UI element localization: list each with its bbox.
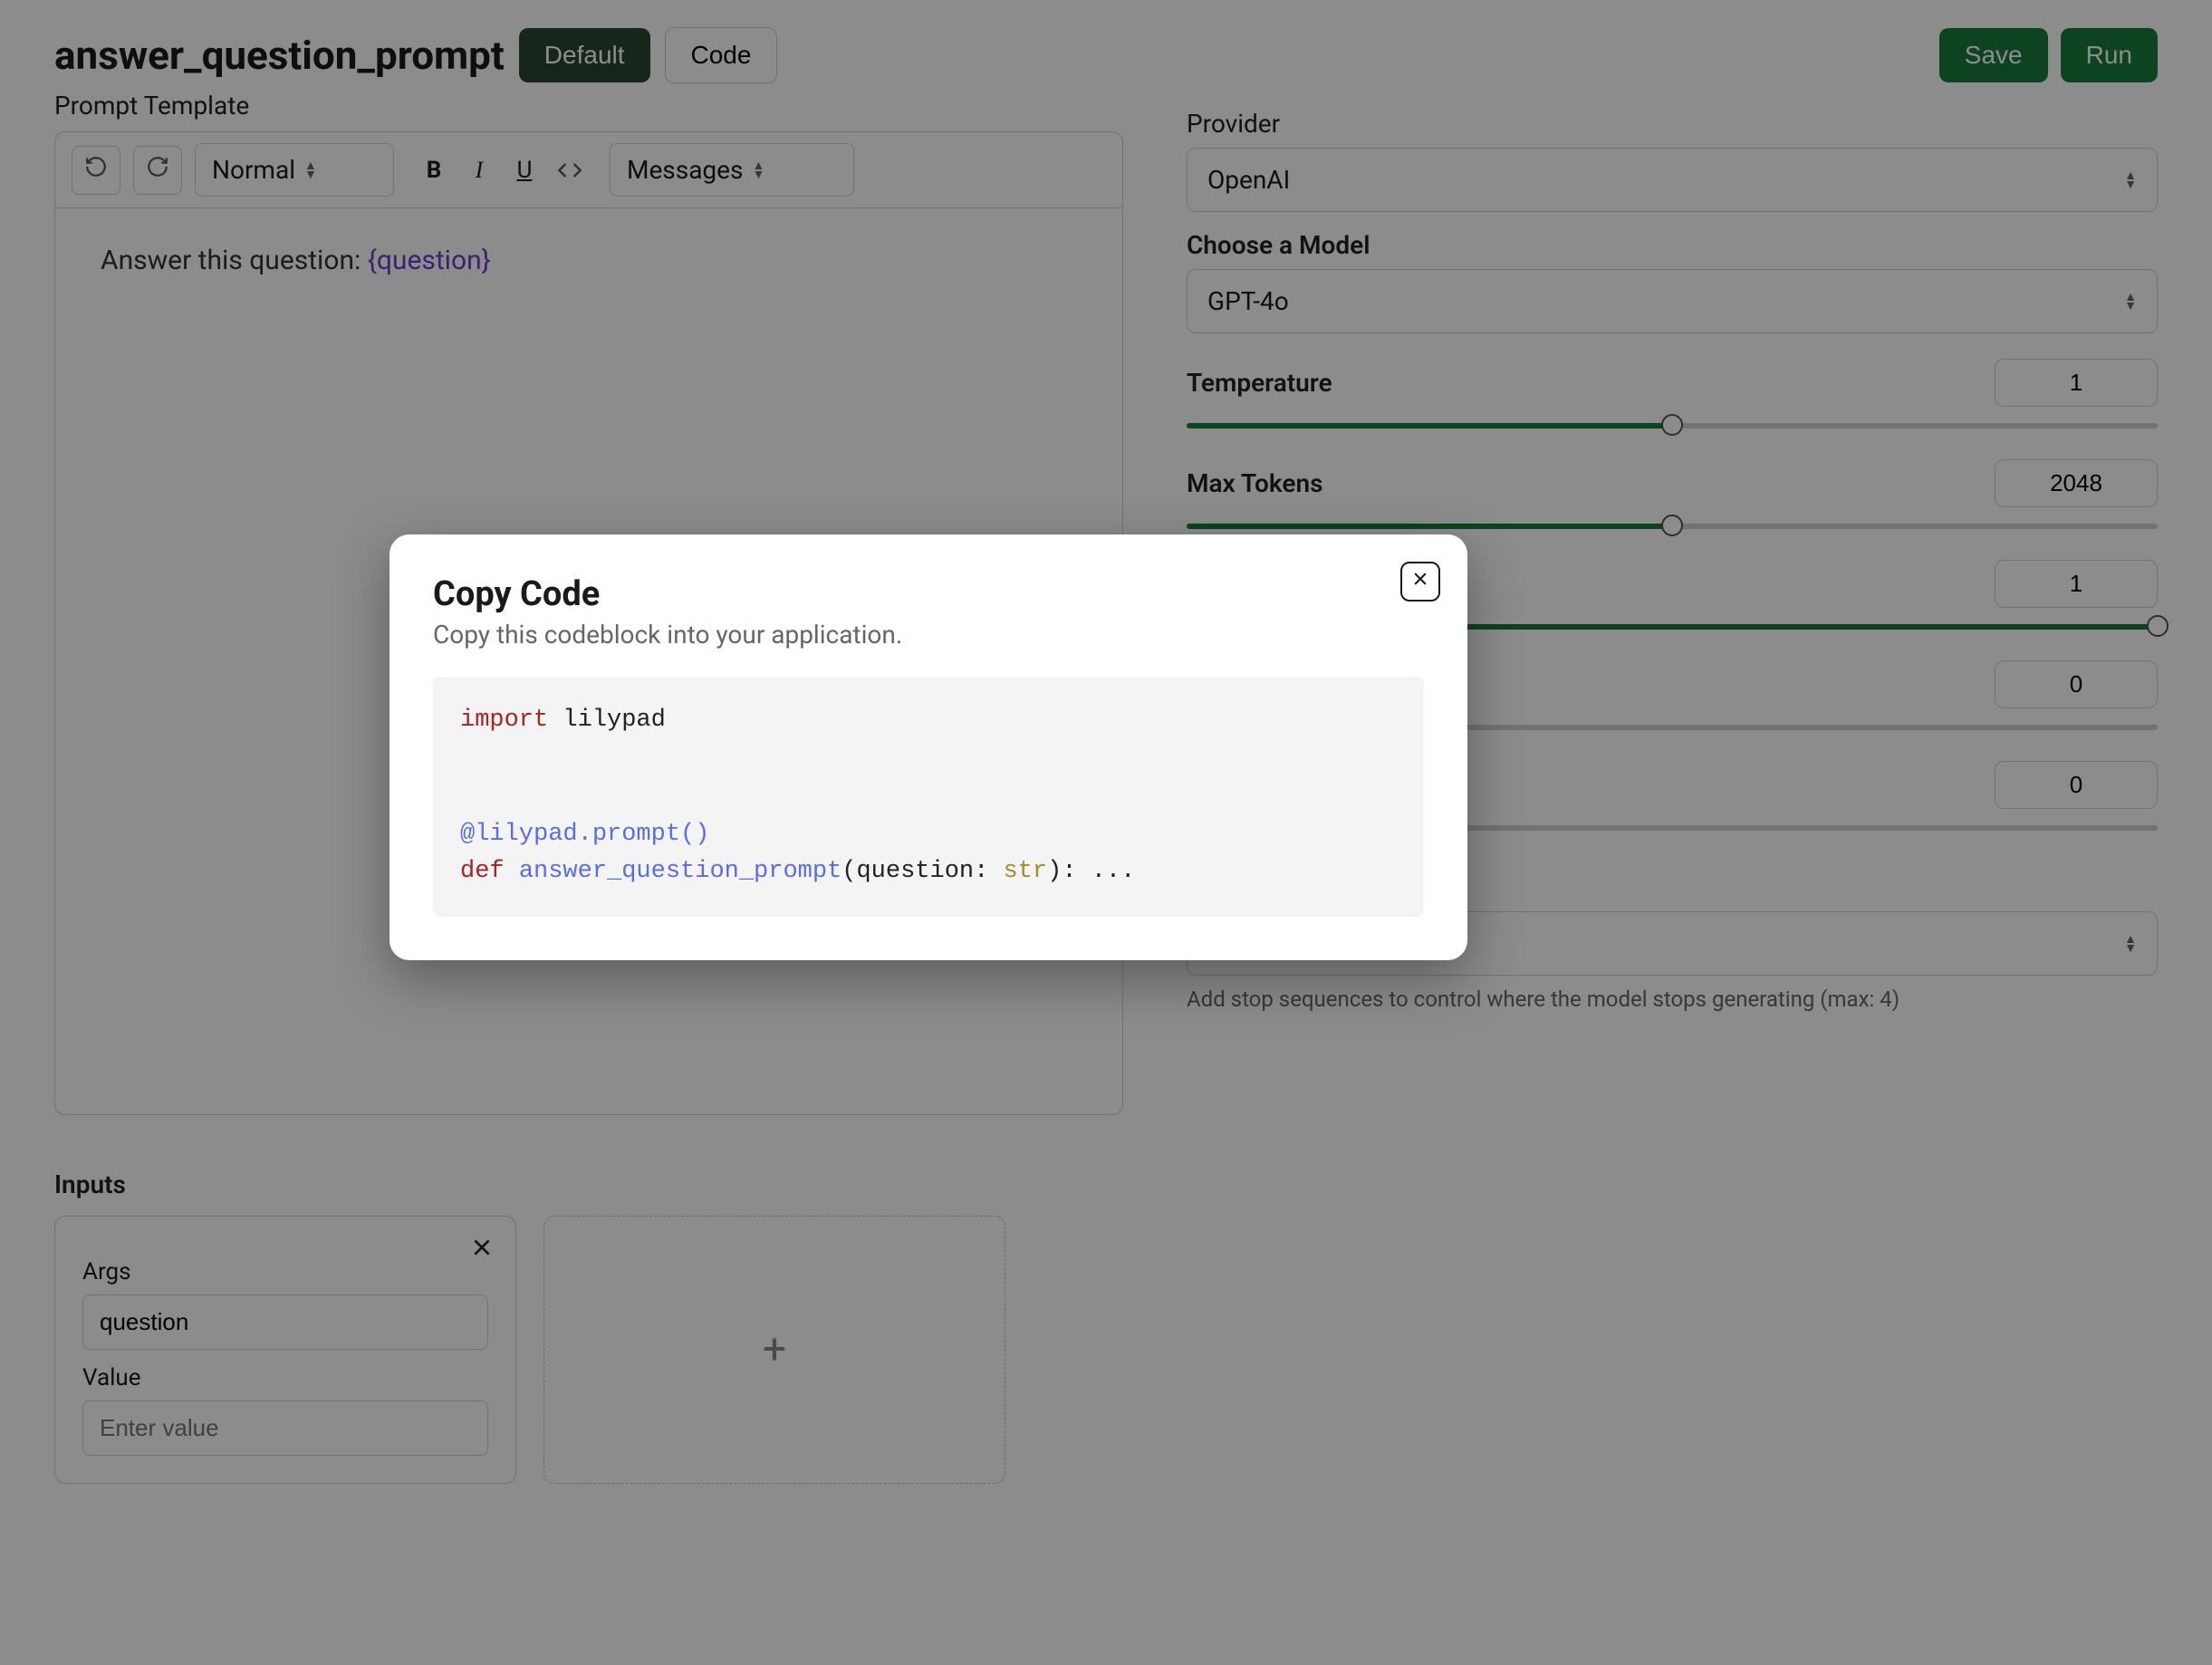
modal-subtitle: Copy this codeblock into your applicatio…: [433, 620, 1424, 650]
close-icon: [1411, 570, 1429, 593]
code-block[interactable]: import lilypad @lilypad.prompt() def ans…: [433, 677, 1424, 917]
code-keyword: def: [460, 858, 519, 885]
code-keyword: import: [460, 707, 548, 734]
modal-title: Copy Code: [433, 574, 1424, 614]
copy-code-modal: Copy Code Copy this codeblock into your …: [390, 534, 1467, 960]
code-text: ): ...: [1047, 858, 1135, 885]
code-text: lilypad: [548, 707, 666, 734]
code-type: str: [1004, 858, 1048, 885]
code-text: (question:: [842, 858, 1003, 885]
modal-close-button[interactable]: [1400, 562, 1440, 602]
code-function: answer_question_prompt: [519, 858, 842, 885]
code-decorator: @lilypad.prompt(): [460, 821, 709, 848]
